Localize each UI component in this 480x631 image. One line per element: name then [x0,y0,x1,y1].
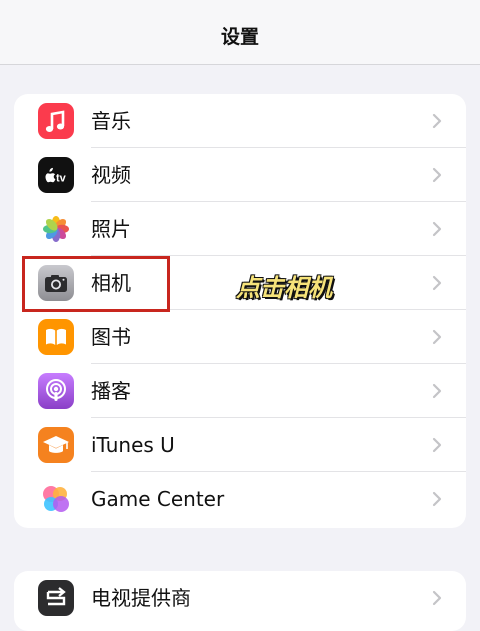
graduation-cap-icon [38,427,74,463]
settings-row-music[interactable]: 音乐 [14,94,466,148]
page-title: 设置 [220,25,259,48]
settings-row-photos[interactable]: 照片 [14,202,466,256]
game-center-icon [38,481,74,517]
settings-row-podcasts[interactable]: 播客 [14,364,466,418]
tap-camera-annotation: 点击相机 [236,274,332,302]
camera-highlight-box [22,256,170,312]
apple-tv-icon: tv [38,157,74,193]
row-label: Game Center [91,487,225,511]
settings-row-tv[interactable]: tv 视频 [14,148,466,202]
settings-row-books[interactable]: 图书 [14,310,466,364]
chevron-right-icon [432,491,442,507]
chevron-right-icon [432,437,442,453]
row-label: iTunes U [91,433,175,457]
navigation-bar: 设置 [0,0,480,65]
settings-row-tv-provider[interactable]: 电视提供商 [14,571,466,625]
chevron-right-icon [432,167,442,183]
book-icon [38,319,74,355]
row-label: 音乐 [91,109,131,133]
row-label: 播客 [91,379,131,403]
tv-provider-icon [38,580,74,616]
settings-row-game-center[interactable]: Game Center [14,472,466,526]
row-label: 视频 [91,163,131,187]
row-label: 电视提供商 [91,586,191,610]
row-label: 图书 [91,325,131,349]
chevron-right-icon [432,113,442,129]
chevron-right-icon [432,383,442,399]
chevron-right-icon [432,590,442,606]
photos-flower-icon [38,211,74,247]
svg-text:tv: tv [56,173,67,185]
chevron-right-icon [432,221,442,237]
music-note-icon [38,103,74,139]
row-label: 照片 [91,217,131,241]
settings-row-itunes-u[interactable]: iTunes U [14,418,466,472]
chevron-right-icon [432,275,442,291]
chevron-right-icon [432,329,442,345]
settings-group-providers: 电视提供商 [14,571,466,631]
podcast-icon [38,373,74,409]
